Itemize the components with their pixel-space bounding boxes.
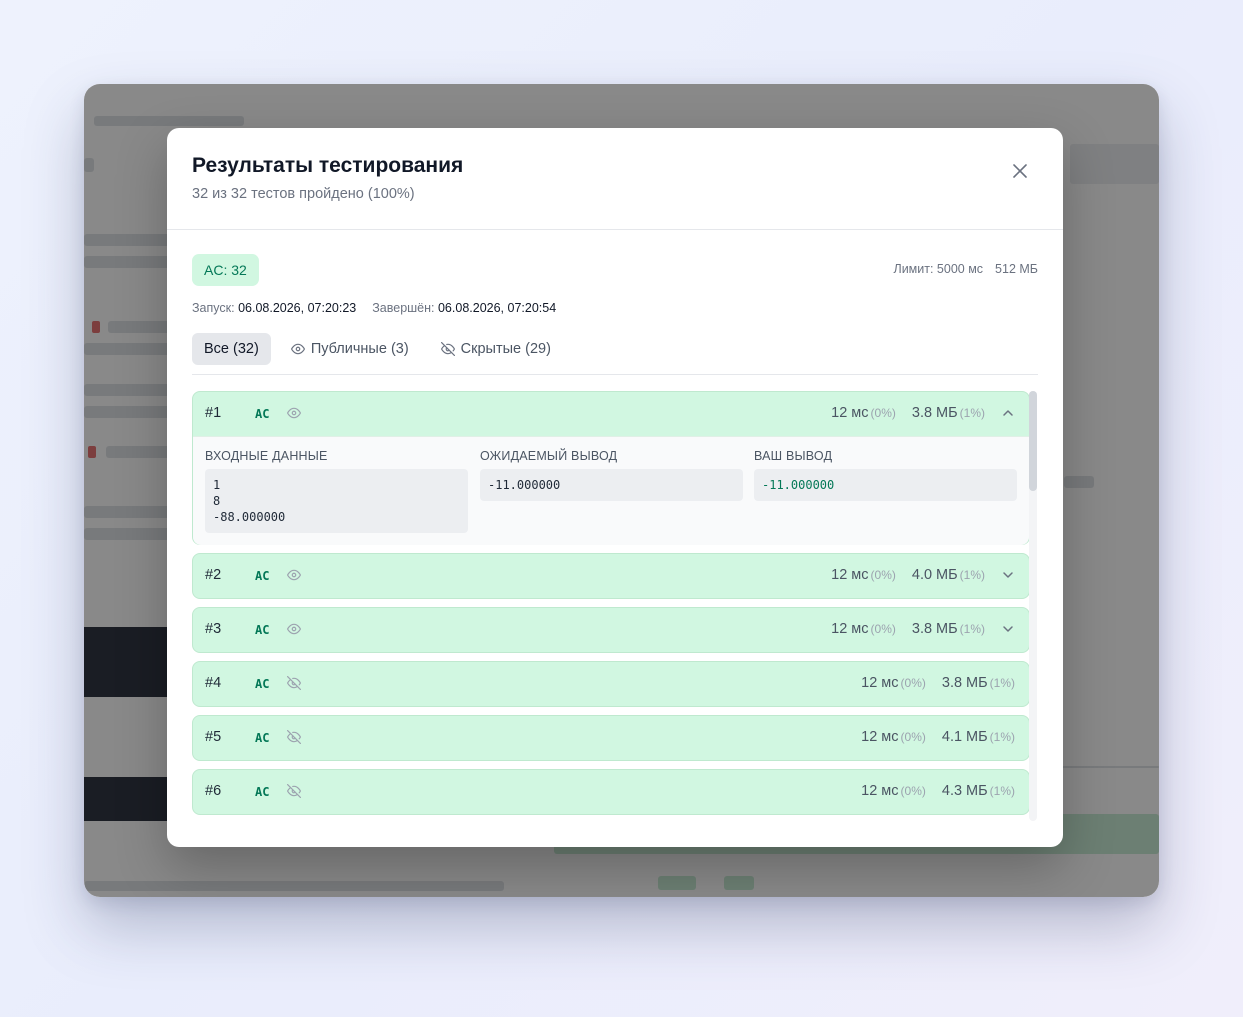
eye-icon [290,343,305,355]
test-memory: 3.8 МБ (1%) [941,675,1015,691]
test-memory: 4.3 МБ (1%) [941,783,1015,799]
test-number: #3 [205,621,222,637]
test-verdict: AC [255,569,270,583]
limits: Лимит: 5000 мс 512 МБ [893,262,1038,276]
test-time: 12 мс (0%) [831,621,896,637]
test-row: #5 AC 12 мс (0%) 4.1 МБ (1%) [192,715,1030,761]
test-stats: 12 мс (0%) 4.3 МБ (1%) [861,783,1015,799]
test-row[interactable]: #2 AC 12 мс (0%) 4.0 МБ (1%) [192,553,1030,599]
tab-hidden-label: Скрытые (29) [460,341,551,357]
tab-public[interactable]: Публичные (3) [279,333,421,365]
test-row-header[interactable]: #1 AC 12 мс (0%) 3.8 МБ (1%) [193,392,1029,436]
test-stats: 12 мс (0%) 4.1 МБ (1%) [861,729,1015,745]
close-icon [1013,164,1027,178]
app-window: Результаты тестирования 32 из 32 тестов … [84,84,1159,897]
eye-off-icon [287,784,301,798]
time-limit: Лимит: 5000 мс [893,262,984,276]
actual-label: ВАШ ВЫВОД [754,449,833,463]
test-verdict: AC [255,731,270,745]
test-verdict: AC [255,677,270,691]
test-number: #5 [205,729,222,745]
test-time: 12 мс (0%) [861,783,926,799]
test-time: 12 мс (0%) [861,675,926,691]
test-row: #1 AC 12 мс (0%) 3.8 МБ (1%) ВХОДНЫЕ ДАННЫ… [192,391,1030,545]
scrollbar-thumb[interactable] [1029,391,1037,491]
eye-icon [287,407,301,419]
actual-section: ВАШ ВЫВОД -11.000000 [754,449,1017,501]
test-verdict: AC [255,623,270,637]
expected-section: ОЖИДАЕМЫЙ ВЫВОД -11.000000 [480,449,743,501]
input-label: ВХОДНЫЕ ДАННЫЕ [205,449,328,463]
test-number: #1 [205,405,222,421]
test-stats: 12 мс (0%) 3.8 МБ (1%) [831,621,1015,637]
filter-tabs: Все (32) Публичные (3) Скрытые (29) [192,333,1038,375]
test-list-scrollbar[interactable] [1029,391,1037,821]
eye-icon [287,569,301,581]
test-time: 12 мс (0%) [831,405,896,421]
test-time: 12 мс (0%) [861,729,926,745]
start-time: Запуск: 06.08.2026, 07:20:23 [192,301,357,315]
test-memory: 3.8 МБ (1%) [911,621,985,637]
test-details: ВХОДНЫЕ ДАННЫЕ 1 8 -88.000000 ОЖИДАЕМЫЙ … [193,436,1029,545]
chevron-down-icon[interactable] [1002,623,1014,635]
eye-off-icon [287,730,301,744]
test-verdict: AC [255,785,270,799]
actual-output: -11.000000 [754,469,1017,501]
expected-label: ОЖИДАЕМЫЙ ВЫВОД [480,449,618,463]
test-number: #6 [205,783,222,799]
test-time: 12 мс (0%) [831,567,896,583]
test-memory: 4.0 МБ (1%) [911,567,985,583]
test-stats: 12 мс (0%) 3.8 МБ (1%) [861,675,1015,691]
test-row: #6 AC 12 мс (0%) 4.3 МБ (1%) [192,769,1030,815]
expected-output: -11.000000 [480,469,743,501]
input-data: 1 8 -88.000000 [205,469,468,533]
run-timing: Запуск: 06.08.2026, 07:20:23 Завершён: 0… [192,301,556,315]
test-results-modal: Результаты тестирования 32 из 32 тестов … [167,128,1063,847]
test-verdict: AC [255,407,270,421]
chevron-down-icon[interactable] [1002,569,1014,581]
eye-off-icon [287,676,301,690]
test-row: #4 AC 12 мс (0%) 3.8 МБ (1%) [192,661,1030,707]
chevron-up-icon[interactable] [1002,407,1014,419]
test-list: #1 AC 12 мс (0%) 3.8 МБ (1%) ВХОДНЫЕ ДАННЫ… [192,391,1030,821]
eye-off-icon [440,342,455,356]
close-button[interactable] [1007,158,1033,184]
modal-header: Результаты тестирования 32 из 32 тестов … [167,128,1063,230]
test-memory: 4.1 МБ (1%) [941,729,1015,745]
memory-limit: 512 МБ [995,262,1038,276]
test-stats: 12 мс (0%) 4.0 МБ (1%) [831,567,1015,583]
input-section: ВХОДНЫЕ ДАННЫЕ 1 8 -88.000000 [205,449,468,533]
modal-subtitle: 32 из 32 тестов пройдено (100%) [192,186,415,202]
tab-all[interactable]: Все (32) [192,333,271,365]
test-number: #2 [205,567,222,583]
verdict-summary-badge: AC: 32 [192,254,259,286]
tab-hidden[interactable]: Скрытые (29) [429,333,563,365]
test-stats: 12 мс (0%) 3.8 МБ (1%) [831,405,1015,421]
eye-icon [287,623,301,635]
modal-title: Результаты тестирования [192,154,464,177]
tab-public-label: Публичные (3) [310,341,409,357]
test-row[interactable]: #3 AC 12 мс (0%) 3.8 МБ (1%) [192,607,1030,653]
test-number: #4 [205,675,222,691]
tab-all-label: Все (32) [204,341,259,357]
end-time: Завершён: 06.08.2026, 07:20:54 [372,301,557,315]
test-memory: 3.8 МБ (1%) [911,405,985,421]
